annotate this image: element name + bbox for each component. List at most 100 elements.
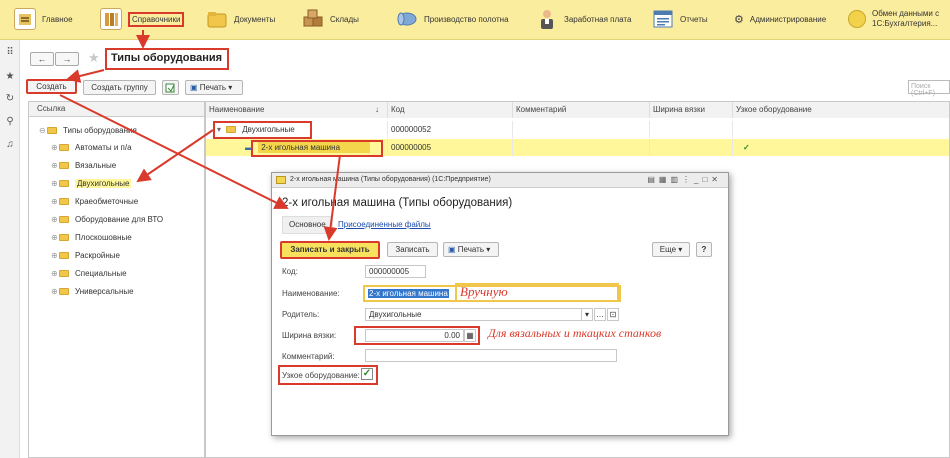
menu-item-documents[interactable]: Документы bbox=[206, 6, 275, 32]
parent-field[interactable]: Двухигольные bbox=[365, 308, 593, 321]
tree-item[interactable]: ⊕ Специальные bbox=[51, 267, 127, 281]
col-header-narrow[interactable]: Узкое оборудование bbox=[733, 102, 949, 118]
menu-item-salary[interactable]: Заработная плата bbox=[536, 6, 631, 32]
favorites-star-icon[interactable]: ★ bbox=[5, 72, 15, 82]
tree-item-selected[interactable]: ⊕ Двухигольные bbox=[51, 177, 132, 191]
expand-icon[interactable]: ⊕ bbox=[51, 177, 59, 191]
more-label: Еще bbox=[659, 245, 677, 254]
tree-item[interactable]: ⊕ Краеобметочные bbox=[51, 195, 138, 209]
print-button[interactable]: ▣ Печать ▾ bbox=[185, 80, 243, 95]
comment-field[interactable] bbox=[365, 349, 617, 362]
tree-item[interactable]: ⊕ Автоматы и п/а bbox=[51, 141, 132, 155]
printer-icon: ▣ bbox=[448, 245, 456, 254]
boxes-icon bbox=[302, 8, 324, 30]
expand-icon[interactable]: ⊕ bbox=[51, 213, 59, 227]
worker-icon bbox=[536, 8, 558, 30]
chevron-down-icon: ▾ bbox=[486, 245, 491, 254]
parent-select-button[interactable]: … bbox=[594, 308, 606, 321]
collapse-icon[interactable]: ⊖ bbox=[39, 124, 47, 138]
cell-code: 000000005 bbox=[388, 139, 513, 156]
calculator-icon[interactable]: ▥ bbox=[670, 175, 682, 184]
tree-root[interactable]: ⊖ Типы оборудования bbox=[39, 124, 137, 138]
expand-icon[interactable]: ⊕ bbox=[51, 159, 59, 173]
save-button[interactable]: Записать bbox=[387, 242, 438, 257]
width-field[interactable]: 0.00 bbox=[365, 329, 464, 342]
menu-item-reports[interactable]: Отчеты bbox=[652, 6, 708, 32]
folder-icon bbox=[59, 144, 69, 152]
tab-main[interactable]: Основное bbox=[282, 216, 333, 234]
tree-root-label: Типы оборудования bbox=[63, 126, 137, 135]
favorite-star-icon[interactable]: ★ bbox=[88, 50, 100, 66]
expand-icon[interactable]: ⊕ bbox=[51, 141, 59, 155]
more-icon[interactable]: ⋮ bbox=[682, 175, 694, 184]
menu-label: Справочники bbox=[128, 11, 185, 27]
forward-button[interactable]: → bbox=[55, 52, 79, 66]
tree-item-label: Универсальные bbox=[75, 287, 134, 296]
name-label: Наименование: bbox=[282, 289, 340, 298]
tree-item[interactable]: ⊕ Раскройные bbox=[51, 249, 120, 263]
expand-icon[interactable]: ⊕ bbox=[51, 231, 59, 245]
close-icon[interactable]: ✕ bbox=[711, 175, 722, 184]
folder-icon bbox=[59, 162, 69, 170]
side-panel: ⠿ ★ ↻ ⚲ ♫ bbox=[0, 40, 20, 458]
parent-dropdown-icon[interactable]: ▾ bbox=[581, 308, 593, 321]
history-icon[interactable]: ↻ bbox=[5, 94, 15, 104]
dialog-tabs: Основное Присоединенные файлы bbox=[282, 216, 722, 236]
expand-icon[interactable]: ⊕ bbox=[51, 285, 59, 299]
sync-icon bbox=[848, 10, 866, 28]
bell-icon[interactable]: ♫ bbox=[5, 140, 15, 150]
tree-item[interactable]: ⊕ Вязальные bbox=[51, 159, 116, 173]
expand-icon[interactable]: ⊕ bbox=[51, 195, 59, 209]
maximize-icon[interactable]: □ bbox=[702, 175, 711, 184]
save-and-close-button[interactable]: Записать и закрыть bbox=[280, 241, 380, 259]
col-header-comment[interactable]: Комментарий bbox=[513, 102, 650, 118]
menu-label: Обмен данными с bbox=[872, 9, 940, 18]
search-input[interactable]: Поиск (Ctrl+F) bbox=[908, 80, 950, 97]
col-header-width[interactable]: Ширина вязки bbox=[650, 102, 733, 118]
menu-item-main[interactable]: Главное bbox=[14, 6, 73, 32]
report-icon bbox=[652, 8, 674, 30]
home-icon bbox=[14, 8, 36, 30]
menu-item-admin[interactable]: ⚙ Администрирование bbox=[734, 6, 826, 32]
print-button[interactable]: ▣ Печать ▾ bbox=[443, 242, 499, 257]
cell-code: 000000052 bbox=[388, 121, 513, 138]
parent-open-icon[interactable]: ⊡ bbox=[607, 308, 619, 321]
refresh-button[interactable] bbox=[162, 80, 179, 95]
menu-item-production[interactable]: Производство полотна bbox=[396, 6, 509, 32]
highlight-item-row bbox=[251, 140, 383, 157]
folder-icon bbox=[59, 234, 69, 242]
annotation-knitting-note: Для вязальных и ткацких станков bbox=[488, 326, 662, 340]
narrow-checkbox[interactable]: ✓ bbox=[361, 368, 373, 380]
menu-item-catalogs[interactable]: Справочники bbox=[100, 6, 185, 32]
back-button[interactable]: ← bbox=[30, 52, 54, 66]
menu-label-2: 1С:Бухгалтерия... bbox=[872, 19, 938, 28]
col-header-name[interactable]: Наименование ↓ bbox=[206, 102, 388, 118]
menu-item-warehouses[interactable]: Склады bbox=[302, 6, 359, 32]
menu-item-exchange[interactable]: Обмен данными с 1С:Бухгалтерия... bbox=[848, 6, 939, 32]
search-icon[interactable]: ⚲ bbox=[5, 117, 15, 127]
folder-icon bbox=[47, 127, 57, 135]
expand-icon[interactable]: ⊕ bbox=[51, 249, 59, 263]
col-header-code[interactable]: Код bbox=[388, 102, 513, 118]
folder-icon bbox=[59, 198, 69, 206]
tree-item[interactable]: ⊕ Оборудование для ВТО bbox=[51, 213, 163, 227]
tab-attached-files[interactable]: Присоединенные файлы bbox=[338, 216, 431, 234]
save-icon[interactable]: ▤ bbox=[647, 175, 659, 184]
folder-icon bbox=[59, 270, 69, 278]
help-button[interactable]: ? bbox=[696, 242, 712, 257]
create-button[interactable]: Создать bbox=[26, 79, 77, 94]
create-group-button[interactable]: Создать группу bbox=[83, 80, 156, 95]
table-row[interactable]: ▾ Двухигольные 000000052 bbox=[206, 121, 949, 138]
folder-icon bbox=[59, 288, 69, 296]
sort-arrow-icon: ↓ bbox=[375, 105, 379, 114]
calculator-icon[interactable]: ▦ bbox=[464, 329, 476, 342]
app-logo-icon bbox=[276, 176, 286, 184]
calendar-icon[interactable]: ▦ bbox=[659, 175, 671, 184]
code-field[interactable]: 000000005 bbox=[365, 265, 426, 278]
more-button[interactable]: Еще ▾ bbox=[652, 242, 690, 257]
window-controls: ▤▦▥⋮_□✕ bbox=[647, 173, 722, 187]
apps-grid-icon[interactable]: ⠿ bbox=[5, 48, 15, 58]
expand-icon[interactable]: ⊕ bbox=[51, 267, 59, 281]
tree-item[interactable]: ⊕ Плоскошовные bbox=[51, 231, 132, 245]
tree-item[interactable]: ⊕ Универсальные bbox=[51, 285, 134, 299]
